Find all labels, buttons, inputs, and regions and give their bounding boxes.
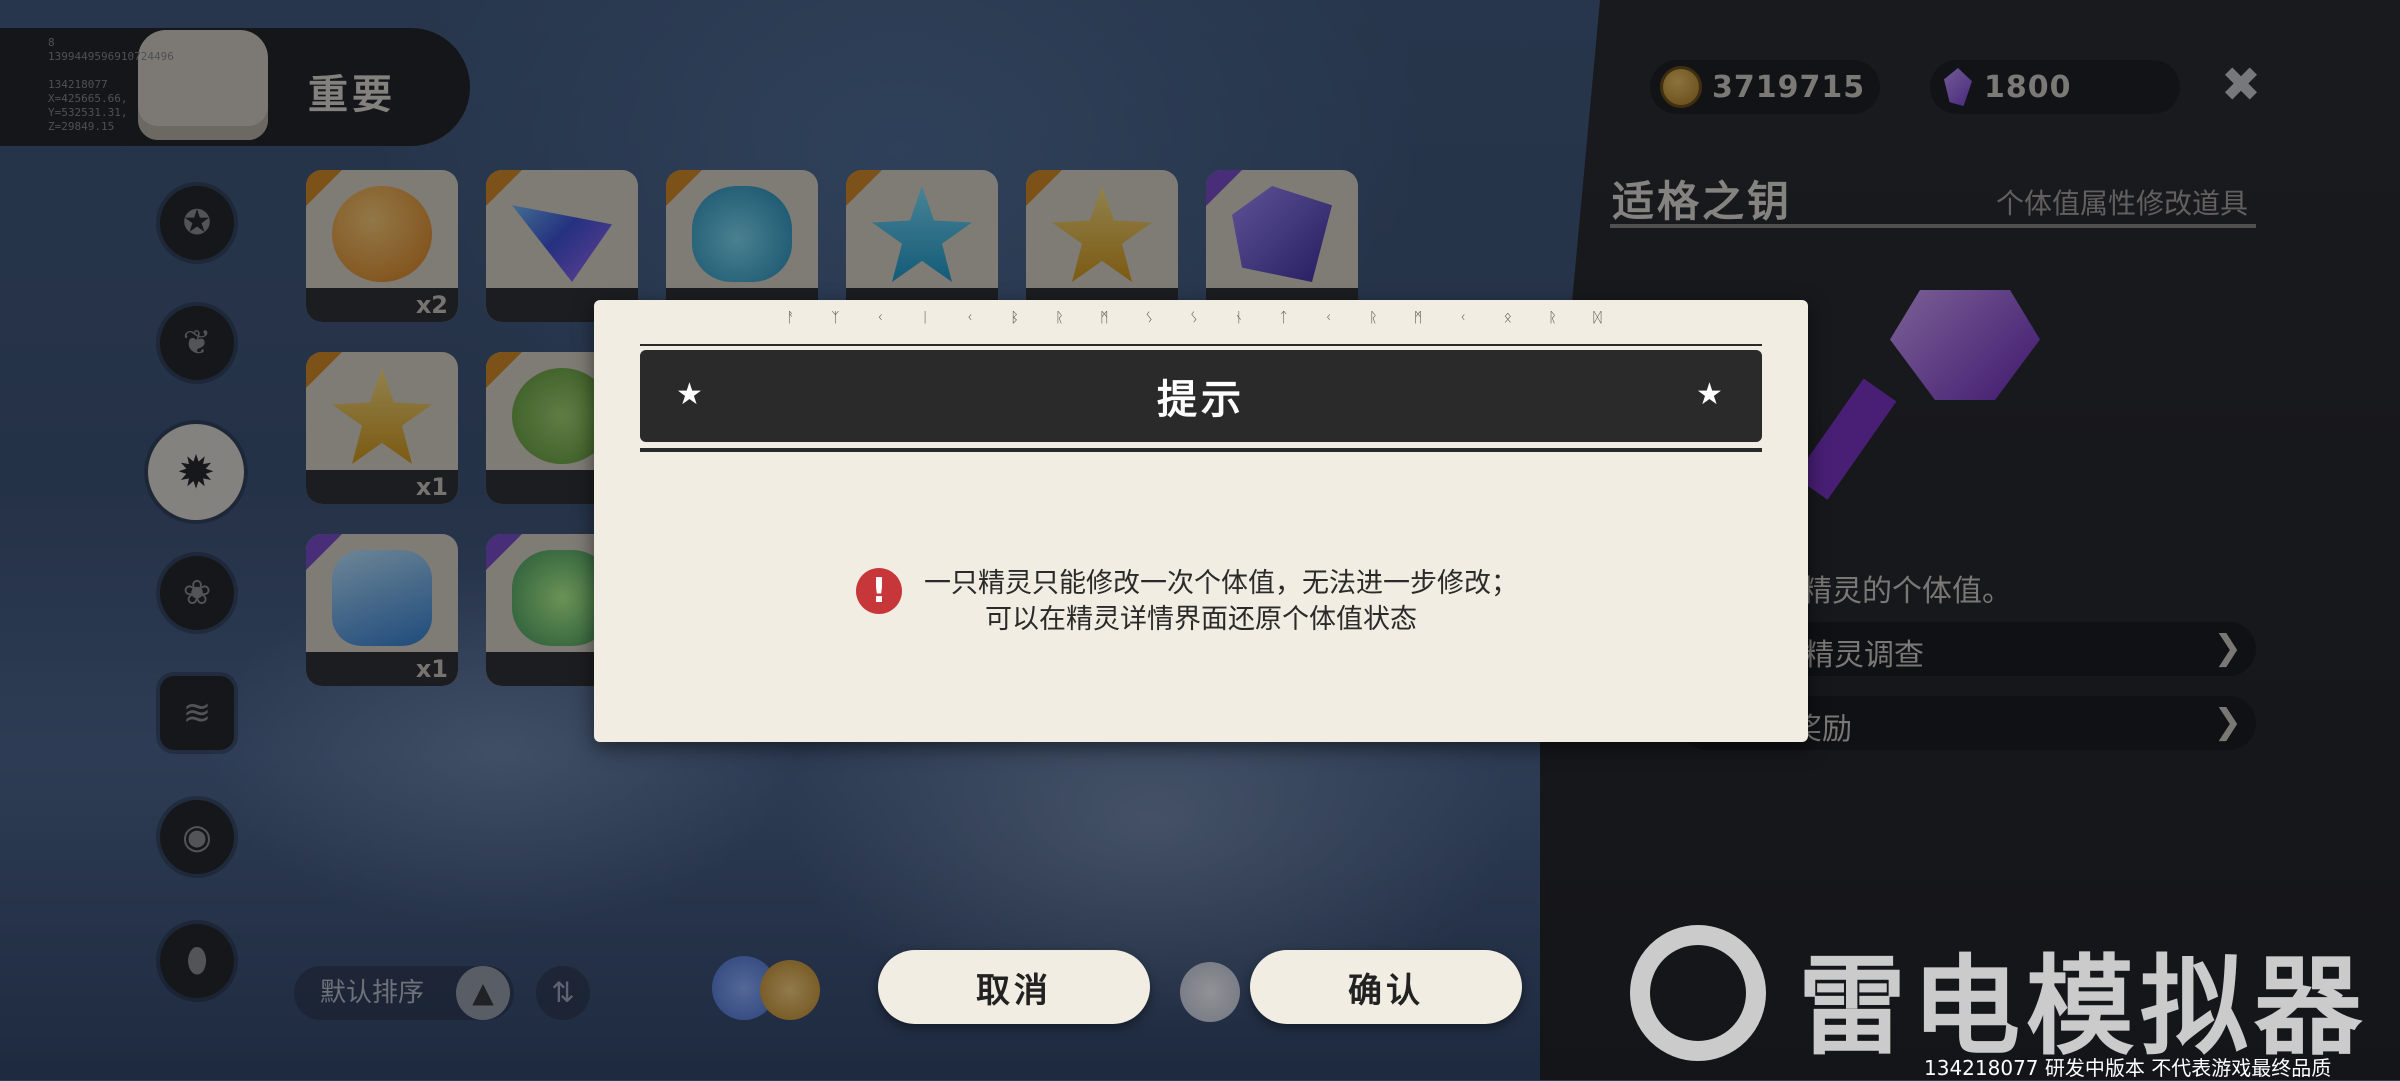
prompt-dialog: ᚨ ᛉ ᚲ ᛁ ᚲ ᛒ ᚱ ᛗ ᛊ ᛊ ᚾ ᛏ ᚲ ᚱ ᛗ ᚲ ᛟ ᚱ ᛞ ★ … xyxy=(594,300,1808,742)
divider xyxy=(640,448,1762,452)
emulator-logo-icon xyxy=(1630,925,1766,1061)
dialog-title: 提示 xyxy=(1157,377,1245,423)
cancel-button[interactable]: 取消 xyxy=(878,950,1150,1024)
message-line: 一只精灵只能修改一次个体值，无法进一步修改； xyxy=(924,568,1518,599)
star-icon: ★ xyxy=(676,377,703,412)
message-line: 可以在精灵详情界面还原个体值状态 xyxy=(985,604,1417,635)
dialog-message: 一只精灵只能修改一次个体值，无法进一步修改； 可以在精灵详情界面还原个体值状态 xyxy=(594,566,1808,638)
dialog-header: ★ 提示 ★ xyxy=(640,350,1762,442)
build-note: 134218077 研发中版本 不代表游戏最终品质 xyxy=(1924,1056,2332,1080)
rune-decoration: ᚨ ᛉ ᚲ ᛁ ᚲ ᛒ ᚱ ᛗ ᛊ ᛊ ᚾ ᛏ ᚲ ᚱ ᛗ ᚲ ᛟ ᚱ ᛞ xyxy=(786,310,1616,326)
divider xyxy=(640,344,1762,346)
star-icon: ★ xyxy=(1696,377,1723,412)
confirm-button[interactable]: 确认 xyxy=(1250,950,1522,1024)
